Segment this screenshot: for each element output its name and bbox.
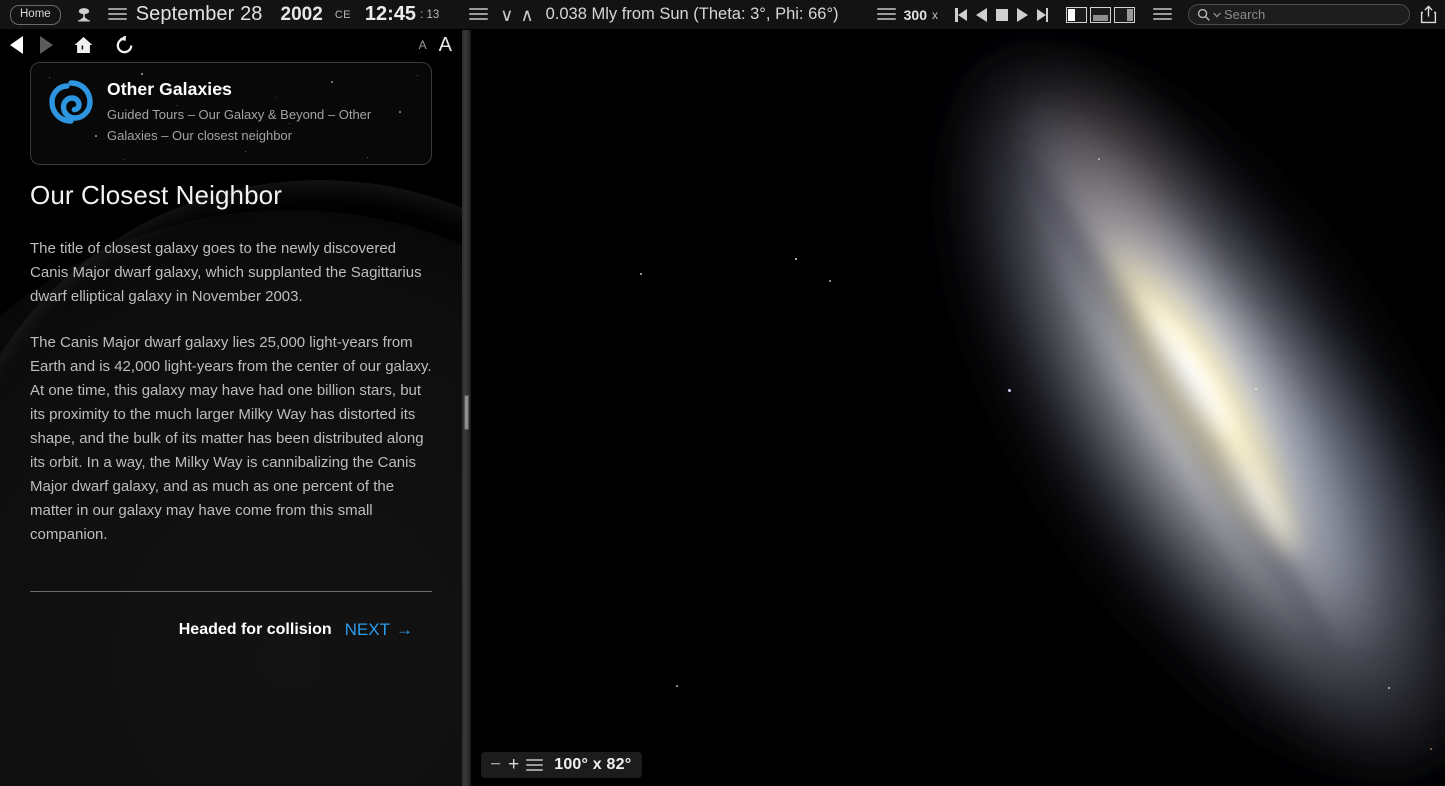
chevron-down-icon[interactable] <box>1213 12 1221 18</box>
tour-header-text: Other Galaxies Guided Tours – Our Galaxy… <box>107 79 397 146</box>
time-display[interactable]: 12:45 <box>365 3 416 26</box>
seconds-display[interactable]: : 13 <box>420 9 439 21</box>
stop-button[interactable] <box>996 9 1008 21</box>
back-arrow-icon[interactable] <box>10 36 23 54</box>
skip-back-button[interactable] <box>955 8 967 22</box>
home-button[interactable]: Home <box>10 5 61 25</box>
page-title: Our Closest Neighbor <box>30 180 432 211</box>
fov-value: 100° x 82° <box>554 756 631 774</box>
layout-mode-sidebar-only[interactable] <box>1066 7 1087 23</box>
location-display[interactable]: 0.038 Mly from Sun (Theta: 3°, Phi: 66°) <box>546 5 839 24</box>
zoom-in-button[interactable]: + <box>508 758 519 772</box>
rewind-button[interactable] <box>976 8 987 22</box>
tour-sidebar: Other Galaxies Guided Tours – Our Galaxy… <box>0 60 462 786</box>
galaxy-render <box>471 30 1445 786</box>
location-menu-icon[interactable] <box>469 8 488 21</box>
panel-splitter[interactable] <box>462 30 471 786</box>
layout-mode-panel-right[interactable] <box>1114 7 1135 23</box>
text-size-increase-button[interactable]: A <box>439 34 452 57</box>
article-content: Our Closest Neighbor The title of closes… <box>30 180 432 640</box>
home-icon[interactable] <box>73 35 94 55</box>
chevron-up-icon[interactable]: ∧ <box>520 6 533 24</box>
sidebar-navbar: A A <box>0 30 470 60</box>
time-rate-value[interactable]: 300 <box>904 7 927 23</box>
article-footer: Headed for collision NEXT → <box>30 620 432 640</box>
time-rate-unit: x <box>932 8 938 22</box>
next-topic-label: Headed for collision <box>179 621 332 639</box>
date-menu-icon[interactable] <box>108 8 127 21</box>
layout-mode-split-view[interactable] <box>1090 7 1111 23</box>
date-display[interactable]: September 28 <box>136 3 263 26</box>
year-display[interactable]: 2002 <box>281 4 323 26</box>
skip-forward-button[interactable] <box>1037 8 1049 22</box>
field-star <box>640 273 642 275</box>
forward-arrow-icon[interactable] <box>40 36 53 54</box>
article-paragraph-1: The title of closest galaxy goes to the … <box>30 237 432 309</box>
article-paragraph-2: The Canis Major dwarf galaxy lies 25,000… <box>30 331 432 547</box>
field-star <box>829 280 831 282</box>
field-star <box>1098 158 1100 160</box>
app-window: Home September 28 2002 CE 12:45 : 13 <box>0 0 1445 786</box>
sky-viewport[interactable]: − + 100° x 82° <box>471 30 1445 786</box>
splitter-grip[interactable] <box>464 395 469 430</box>
text-size-decrease-button[interactable]: A <box>419 38 427 52</box>
playback-group: 300 x <box>877 4 1445 25</box>
arrow-right-icon: → <box>396 620 413 640</box>
era-display[interactable]: CE <box>335 9 351 21</box>
chevron-down-icon[interactable]: ∨ <box>500 6 513 24</box>
field-star <box>1008 389 1011 392</box>
search-icon <box>1197 8 1210 21</box>
layout-mode-toggle <box>1066 7 1135 23</box>
tour-header-card[interactable]: Other Galaxies Guided Tours – Our Galaxy… <box>30 62 432 165</box>
footer-divider <box>30 591 432 592</box>
view-menu-icon[interactable] <box>1153 8 1172 21</box>
speed-menu-icon[interactable] <box>877 8 896 21</box>
share-icon[interactable] <box>1420 5 1437 24</box>
breadcrumb: Guided Tours – Our Galaxy & Beyond – Oth… <box>107 104 397 146</box>
search-field[interactable] <box>1188 4 1410 25</box>
zoom-out-button[interactable]: − <box>490 759 501 771</box>
next-link-label: NEXT <box>345 620 390 640</box>
time-controls-group: Home September 28 2002 CE 12:45 : 13 <box>0 3 439 26</box>
spiral-galaxy-icon <box>49 80 93 124</box>
transport-controls <box>955 8 1048 22</box>
play-button[interactable] <box>1017 8 1028 22</box>
field-of-view-bar: − + 100° x 82° <box>481 752 642 778</box>
next-link[interactable]: NEXT → <box>345 620 413 640</box>
tour-title: Other Galaxies <box>107 79 397 100</box>
search-input[interactable] <box>1224 7 1401 22</box>
telescope-icon[interactable] <box>75 6 93 23</box>
reload-icon[interactable] <box>114 35 135 56</box>
field-star <box>1430 748 1432 750</box>
location-group: ∨ ∧ 0.038 Mly from Sun (Theta: 3°, Phi: … <box>469 5 838 24</box>
fov-menu-icon[interactable] <box>526 759 543 771</box>
main-toolbar: Home September 28 2002 CE 12:45 : 13 <box>0 0 1445 30</box>
